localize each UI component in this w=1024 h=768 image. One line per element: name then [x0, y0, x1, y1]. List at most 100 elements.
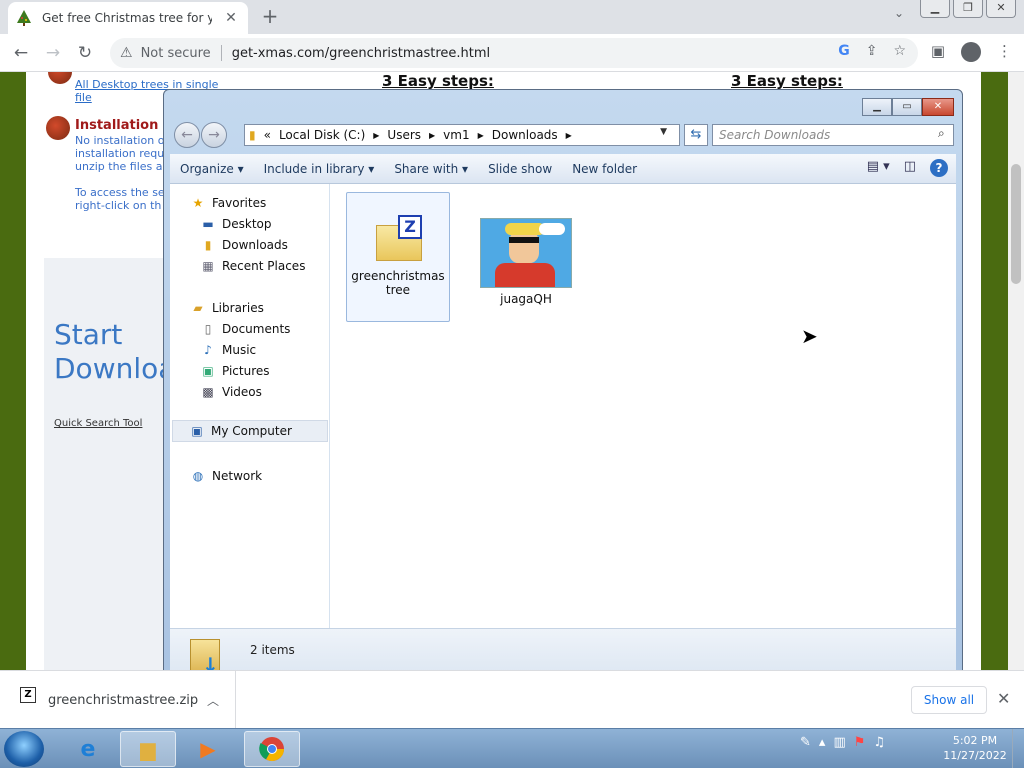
breadcrumb-arrow-icon[interactable]: ▶	[566, 131, 572, 140]
browser-tab[interactable]: Get free Christmas tree for your d ✕	[8, 2, 248, 34]
help-icon[interactable]: ?	[930, 159, 948, 177]
include-in-library-menu[interactable]: Include in library ▾	[254, 162, 385, 176]
browser-window-controls: ▁ ❐ ✕	[917, 0, 1016, 18]
quick-search-link[interactable]: Quick Search Tool	[54, 418, 142, 429]
explorer-panes: ★ Favorites ▬ Desktop ▮ Downloads ▦ Recent P…	[170, 184, 956, 628]
explorer-address-bar[interactable]: ▮ « Local Disk (C:) ▶ Users ▶ vm1 ▶ Down…	[244, 124, 680, 146]
file-item-greenchristmastree[interactable]: Z greenchristmastree	[346, 192, 450, 322]
easy-steps-heading-right: 3 Easy steps:	[731, 72, 843, 90]
explorer-maximize-button[interactable]: ▭	[892, 98, 922, 116]
forward-arrow-icon[interactable]: →	[40, 41, 66, 65]
share-with-menu[interactable]: Share with ▾	[384, 162, 478, 176]
download-bar: Z greenchristmastree.zip ︿ Show all ✕	[0, 670, 1024, 729]
videos-icon: ▩	[202, 385, 214, 399]
nav-videos[interactable]: ▩ Videos	[200, 385, 262, 399]
download-item[interactable]: Z greenchristmastree.zip ︿	[0, 671, 236, 729]
nav-documents[interactable]: ▯ Documents	[200, 322, 291, 336]
url-text[interactable]: get-xmas.com/greenchristmastree.html	[232, 46, 490, 61]
restore-button[interactable]: ❐	[953, 0, 983, 18]
tree-icon	[48, 72, 72, 84]
breadcrumb-users[interactable]: Users	[387, 128, 421, 142]
internet-explorer-icon[interactable]: e	[60, 731, 116, 767]
profile-avatar[interactable]	[961, 42, 981, 62]
nav-libraries[interactable]: ▰ Libraries	[190, 301, 263, 315]
nav-network[interactable]: ◍ Network	[190, 469, 262, 483]
bookmark-star-icon[interactable]: ☆	[893, 43, 906, 59]
new-folder-button[interactable]: New folder	[562, 162, 647, 176]
pictures-icon: ▣	[202, 364, 214, 378]
nav-favorites[interactable]: ★ Favorites	[190, 196, 267, 210]
view-options-icon[interactable]: ▤ ▾	[867, 159, 890, 177]
show-desktop-button[interactable]	[1012, 729, 1024, 768]
nav-my-computer[interactable]: ▣ My Computer	[172, 420, 328, 442]
explorer-minimize-button[interactable]: ▁	[862, 98, 892, 116]
chrome-icon[interactable]	[244, 731, 300, 767]
file-list: Z greenchristmastree juagaQH	[332, 184, 956, 628]
christmas-tree-icon	[16, 10, 32, 26]
breadcrumb-arrow-icon[interactable]: ▶	[429, 131, 435, 140]
volume-icon[interactable]: ♫	[873, 735, 885, 750]
close-download-bar-icon[interactable]: ✕	[997, 689, 1010, 708]
breadcrumb-vm1[interactable]: vm1	[443, 128, 469, 142]
refresh-button[interactable]: ⇆	[684, 124, 708, 146]
share-icon[interactable]: ⇪	[866, 43, 878, 59]
minimize-button[interactable]: ▁	[920, 0, 950, 18]
computer-icon: ▣	[191, 424, 203, 438]
preview-pane-icon[interactable]: ◫	[904, 159, 916, 177]
nav-desktop[interactable]: ▬ Desktop	[200, 217, 271, 231]
reload-icon[interactable]: ↻	[72, 41, 98, 65]
nav-recent-places[interactable]: ▦ Recent Places	[200, 259, 305, 273]
back-button[interactable]: ←	[174, 122, 200, 148]
google-icon[interactable]: G	[838, 43, 850, 59]
file-name: greenchristmastree	[351, 269, 445, 297]
menu-kebab-icon[interactable]: ⋮	[997, 42, 1012, 62]
breadcrumb-overflow[interactable]: «	[264, 128, 271, 142]
scrollbar-thumb[interactable]	[1011, 164, 1021, 284]
media-player-icon[interactable]: ▶	[180, 731, 236, 767]
network-tray-icon[interactable]: ▥	[833, 735, 845, 750]
easy-steps-heading: 3 Easy steps:	[382, 72, 494, 90]
network-icon: ◍	[192, 469, 204, 483]
browser-toolbar: ← → ↻ ⚠ Not secure get-xmas.com/greenchr…	[0, 34, 1024, 72]
breadcrumb-downloads[interactable]: Downloads	[492, 128, 558, 142]
search-icon[interactable]: ⌕	[938, 126, 945, 141]
nav-downloads[interactable]: ▮ Downloads	[200, 238, 288, 252]
start-button[interactable]	[4, 731, 44, 767]
pen-input-icon[interactable]: ✎	[800, 735, 811, 750]
tab-search-chevron-icon[interactable]: ⌄	[894, 6, 904, 20]
breadcrumb-local-disk[interactable]: Local Disk (C:)	[279, 128, 365, 142]
explorer-nav-row: ← → ▮ « Local Disk (C:) ▶ Users ▶ vm1 ▶ …	[172, 122, 956, 148]
address-dropdown-icon[interactable]: ▼	[660, 127, 667, 137]
tab-close-icon[interactable]: ✕	[222, 10, 240, 26]
close-button[interactable]: ✕	[986, 0, 1016, 18]
breadcrumb-arrow-icon[interactable]: ▶	[478, 131, 484, 140]
file-explorer-icon[interactable]: ▆	[120, 731, 176, 767]
action-center-icon[interactable]: ⚑	[854, 735, 866, 750]
image-thumbnail	[480, 218, 572, 288]
address-bar[interactable]: ⚠ Not secure get-xmas.com/greenchristmas…	[110, 38, 918, 68]
new-tab-button[interactable]: +	[258, 4, 282, 28]
back-arrow-icon[interactable]: ←	[8, 41, 34, 65]
organize-menu[interactable]: Organize ▾	[170, 162, 254, 176]
nav-pictures[interactable]: ▣ Pictures	[200, 364, 269, 378]
tray-expand-icon[interactable]: ▴	[819, 735, 826, 750]
slide-show-button[interactable]: Slide show	[478, 162, 562, 176]
search-downloads-input[interactable]: Search Downloads	[712, 124, 954, 146]
side-panel-icon[interactable]: ▣	[931, 42, 945, 62]
show-all-button[interactable]: Show all	[911, 686, 987, 714]
music-icon: ♪	[204, 343, 212, 357]
file-item-juagaqh[interactable]: juagaQH	[474, 214, 578, 306]
forward-button[interactable]: →	[201, 122, 227, 148]
promo-banner[interactable]: Start Downloa Quick Search Tool	[44, 258, 175, 670]
promo-headline: Start Downloa	[54, 318, 176, 385]
mouse-cursor-icon: ➤	[801, 324, 818, 348]
chevron-up-icon[interactable]: ︿	[207, 692, 219, 709]
access-text: To access the se right-click on th	[75, 186, 165, 212]
warning-icon: ⚠	[120, 45, 133, 61]
breadcrumb-arrow-icon[interactable]: ▶	[373, 131, 379, 140]
nav-music[interactable]: ♪ Music	[200, 343, 256, 357]
divider	[220, 45, 222, 61]
page-scrollbar[interactable]	[1008, 72, 1024, 670]
explorer-close-button[interactable]: ✕	[922, 98, 954, 116]
clock[interactable]: 5:02 PM 11/27/2022	[940, 733, 1010, 763]
